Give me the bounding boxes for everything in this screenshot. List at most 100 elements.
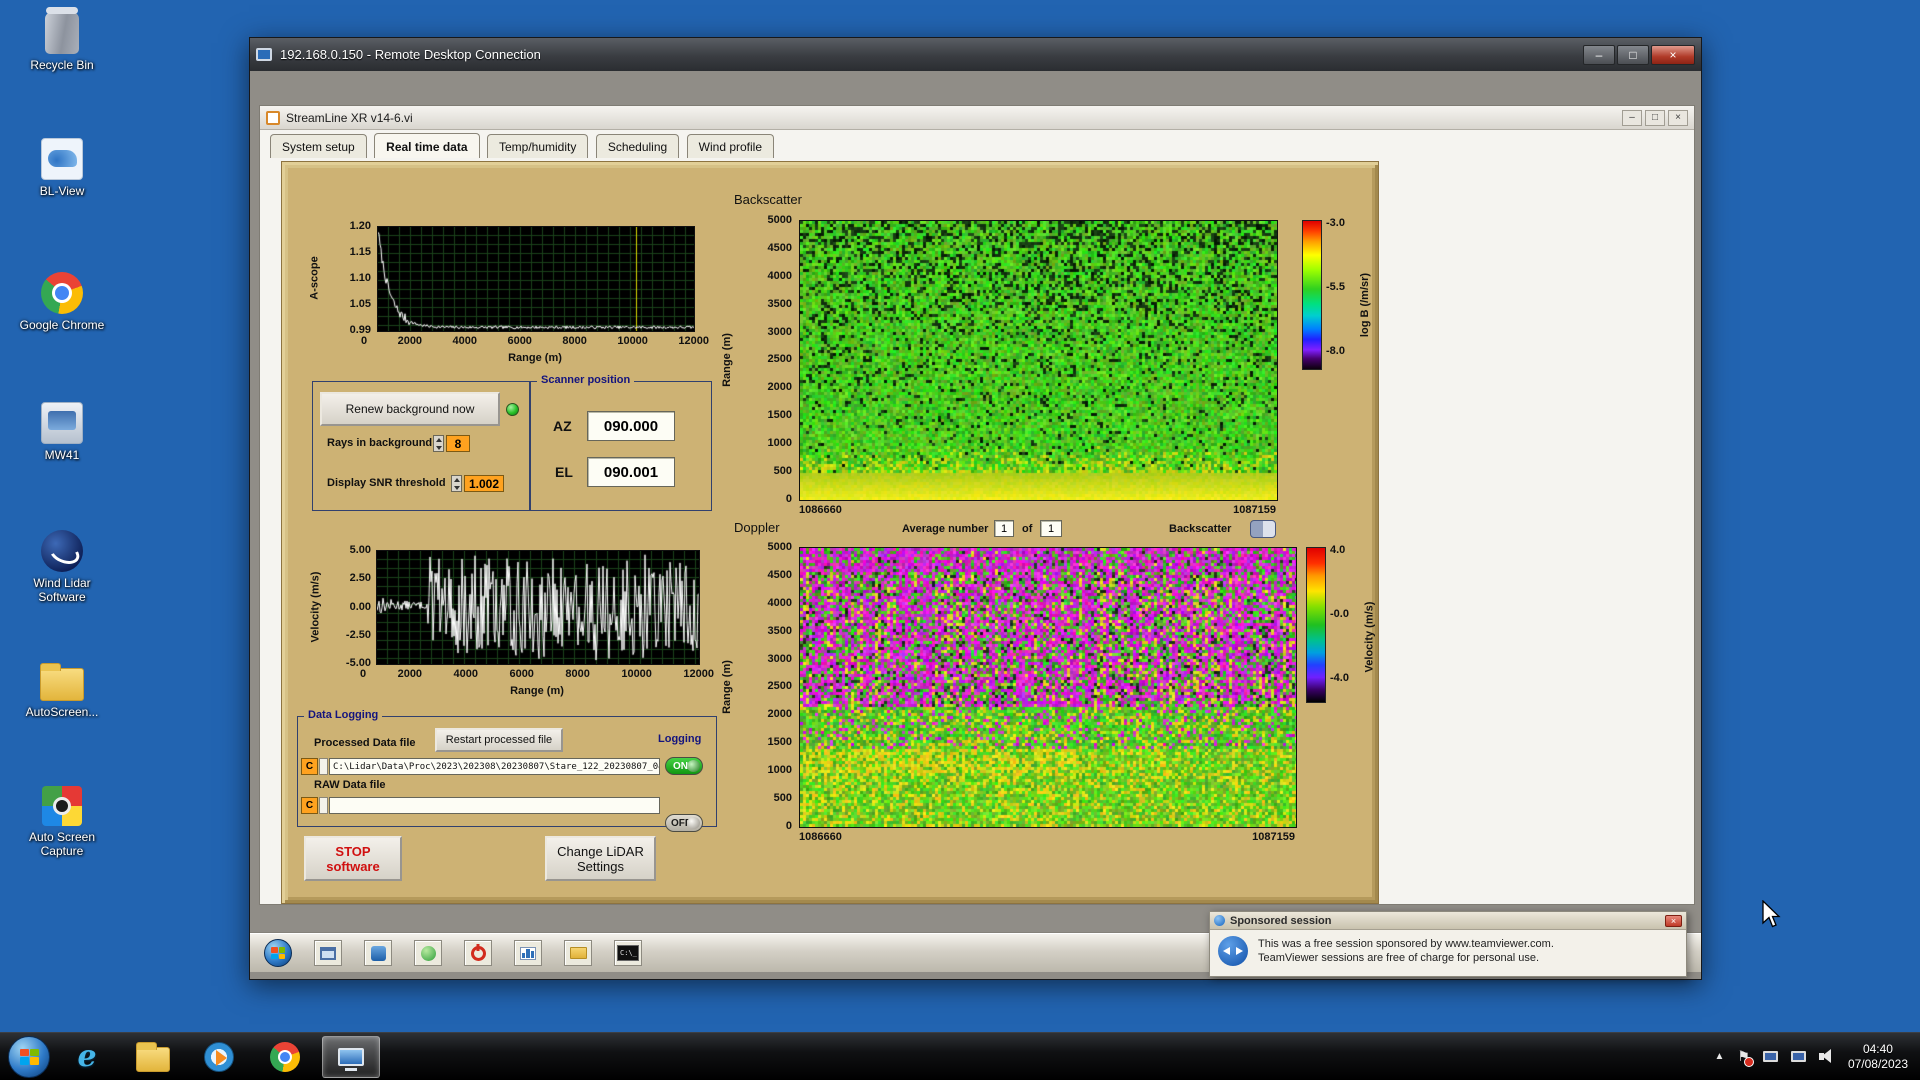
desktop-icon-autoscreen[interactable]: AutoScreen...: [8, 660, 116, 719]
desktop-icon-label: AutoScreen...: [25, 705, 99, 719]
rdp-title-bar[interactable]: 192.168.0.150 - Remote Desktop Connectio…: [250, 38, 1701, 71]
chrome-icon: [41, 272, 83, 314]
backscatter-toggle-label: Backscatter: [1169, 523, 1232, 535]
volume-icon[interactable]: [1818, 1049, 1835, 1064]
el-label: EL: [555, 464, 573, 480]
az-value-field[interactable]: 090.000: [587, 411, 675, 441]
backscatter-colorbar-label: log B (/m/sr): [1359, 272, 1372, 338]
app-icon: [370, 945, 386, 961]
raw-data-file-path[interactable]: [329, 797, 660, 814]
backscatter-colorbar-ticks: -3.0 -5.5 -8.0: [1326, 217, 1345, 357]
remote-taskbar-chart-icon[interactable]: [514, 940, 542, 966]
rdp-window-title: 192.168.0.150 - Remote Desktop Connectio…: [280, 47, 541, 62]
of-label: of: [1022, 523, 1033, 535]
tab-real-time-data[interactable]: Real time data: [374, 133, 480, 158]
teamviewer-popup-close-button[interactable]: ×: [1665, 914, 1682, 927]
taskbar-google-chrome[interactable]: [256, 1036, 314, 1078]
desktop-icon-google-chrome[interactable]: Google Chrome: [8, 272, 116, 332]
desktop-icon-label: BL-View: [39, 184, 85, 198]
change-lidar-settings-button[interactable]: Change LiDAR Settings: [545, 836, 656, 881]
tab-scheduling[interactable]: Scheduling: [595, 134, 680, 158]
data-logging-group-label: Data Logging: [304, 709, 383, 721]
mw41-icon: [41, 402, 83, 444]
vi-title-bar[interactable]: StreamLine XR v14-6.vi – □ ×: [260, 106, 1694, 130]
teamviewer-popup: Sponsored session × This was a free sess…: [1209, 911, 1687, 977]
taskbar-windows-explorer[interactable]: [124, 1036, 182, 1078]
remote-taskbar-app-icon[interactable]: [364, 940, 392, 966]
tab-wind-profile[interactable]: Wind profile: [686, 134, 775, 158]
doppler-heatmap: [799, 547, 1297, 828]
remote-taskbar-folder-icon[interactable]: [564, 940, 592, 966]
snr-spinner[interactable]: [451, 475, 462, 492]
teamviewer-message-line1: This was a free session sponsored by www…: [1258, 938, 1554, 950]
tab-temp-humidity[interactable]: Temp/humidity: [486, 134, 589, 158]
average-total-field[interactable]: 1: [1040, 520, 1062, 537]
desktop-icon-auto-screen-capture[interactable]: Auto Screen Capture: [8, 786, 116, 858]
show-hidden-icons-button[interactable]: ▲: [1714, 1051, 1724, 1062]
vi-restore-button[interactable]: □: [1645, 109, 1665, 126]
action-center-flag-icon[interactable]: ⚑: [1737, 1048, 1754, 1067]
wind-lidar-icon: [41, 530, 83, 572]
scanner-position-group-label: Scanner position: [537, 374, 635, 386]
remote-taskbar-command-prompt[interactable]: C:\_: [614, 940, 642, 966]
chart-icon: [520, 946, 536, 960]
processed-browse-button[interactable]: [319, 758, 328, 775]
average-number-label: Average number: [902, 523, 989, 535]
desktop-icon-wind-lidar[interactable]: Wind Lidar Software: [8, 530, 116, 604]
processed-drive-selector[interactable]: C: [301, 758, 318, 775]
rays-spinner[interactable]: [433, 435, 444, 452]
taskbar-media-player[interactable]: [190, 1036, 248, 1078]
restart-processed-file-button[interactable]: Restart processed file: [435, 728, 563, 752]
taskbar-clock[interactable]: 04:40 07/08/2023: [1848, 1042, 1908, 1072]
desktop-icon-mw41[interactable]: MW41: [8, 402, 116, 462]
tab-system-setup[interactable]: System setup: [270, 134, 367, 158]
desktop-icon-bl-view[interactable]: BL-View: [8, 138, 116, 198]
desktop-icon-recycle-bin[interactable]: Recycle Bin: [8, 7, 116, 72]
display-icon[interactable]: [1790, 1051, 1806, 1062]
processed-data-file-path[interactable]: C:\Lidar\Data\Proc\2023\202308\20230807\…: [329, 758, 660, 775]
remote-taskbar-power-icon[interactable]: [464, 940, 492, 966]
stop-software-line2: software: [326, 858, 380, 874]
raw-drive-selector[interactable]: C: [301, 797, 318, 814]
el-value-field[interactable]: 090.001: [587, 457, 675, 487]
change-lidar-line1: Change LiDAR: [557, 843, 644, 859]
vi-close-button[interactable]: ×: [1668, 109, 1688, 126]
rdp-minimize-button[interactable]: –: [1583, 44, 1615, 65]
remote-taskbar-window-icon[interactable]: [314, 940, 342, 966]
folder-icon: [136, 1041, 170, 1072]
doppler-colorbar-label: Velocity (m/s): [1363, 601, 1376, 673]
rdp-restore-button[interactable]: □: [1617, 44, 1649, 65]
backscatter-colorbar: [1302, 220, 1322, 370]
velocity-y-axis-label: Velocity (m/s): [309, 571, 322, 642]
system-tray: ▲ ⚑ 04:40 07/08/2023: [1714, 1033, 1920, 1080]
backscatter-display-toggle[interactable]: [1250, 520, 1276, 538]
processed-logging-toggle[interactable]: ON: [665, 757, 703, 775]
windows-flag-icon: [19, 1048, 39, 1065]
start-button[interactable]: [8, 1035, 50, 1078]
vi-minimize-button[interactable]: –: [1622, 109, 1642, 126]
network-icon[interactable]: [1762, 1051, 1778, 1062]
display-snr-threshold-value[interactable]: 1.002: [464, 475, 504, 492]
rays-in-background-value[interactable]: 8: [446, 435, 470, 452]
stop-software-button[interactable]: STOP software: [304, 836, 402, 881]
raw-logging-toggle[interactable]: OFF: [665, 814, 703, 832]
taskbar-remote-desktop[interactable]: [322, 1035, 380, 1078]
change-lidar-line2: Settings: [577, 858, 624, 874]
average-number-field[interactable]: 1: [994, 520, 1014, 537]
vi-window: StreamLine XR v14-6.vi – □ × System setu…: [259, 105, 1695, 905]
remote-taskbar-green-app-icon[interactable]: [414, 940, 442, 966]
display-snr-threshold-label: Display SNR threshold: [327, 477, 446, 489]
remote-start-button[interactable]: [264, 939, 292, 967]
raw-browse-button[interactable]: [319, 797, 328, 814]
backscatter-y-ticks: 5000 4500 4000 3500 3000 2500 2000 1500 1000 500 0: [767, 214, 792, 505]
teamviewer-popup-title-bar[interactable]: Sponsored session ×: [1210, 912, 1686, 930]
doppler-x-end: 1087159: [1252, 831, 1295, 843]
renew-background-button[interactable]: Renew background now: [320, 392, 500, 426]
recycle-bin-icon: [45, 7, 79, 54]
doppler-x-range: 1086660 1087159: [799, 831, 1295, 843]
rdp-close-button[interactable]: ×: [1651, 44, 1695, 65]
taskbar-internet-explorer[interactable]: e: [58, 1036, 116, 1078]
teamviewer-logo: [1218, 936, 1248, 966]
a-scope-x-ticks: 0 2000 4000 6000 8000 10000 12000: [361, 335, 709, 347]
clock-time: 04:40: [1862, 1041, 1893, 1056]
